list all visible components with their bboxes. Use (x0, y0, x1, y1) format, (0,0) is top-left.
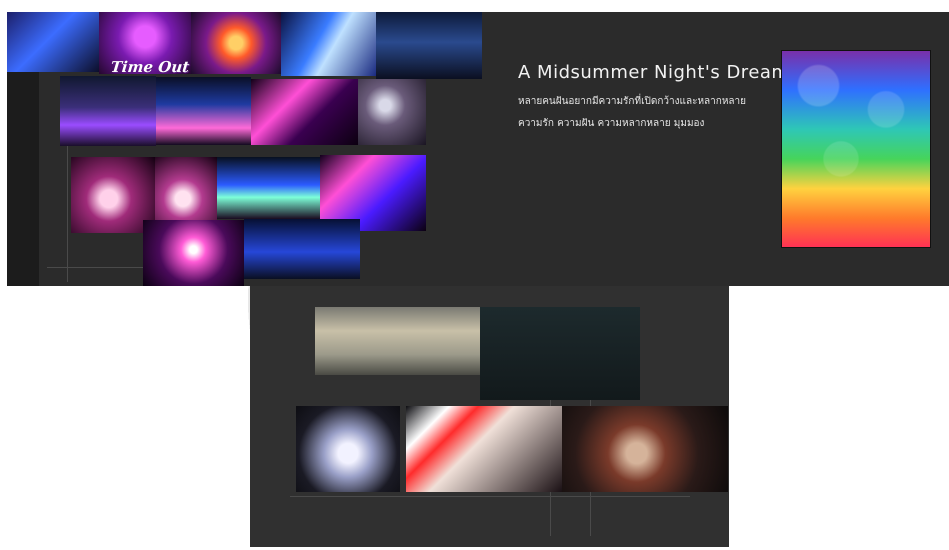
poster-subtitle-line2: ความรัก ความฝัน ความหลากหลาย มุมมอง (518, 118, 705, 129)
crystal-installation-photo (281, 12, 376, 76)
kaleidoscope-photo (191, 12, 281, 74)
grid-line (67, 132, 68, 282)
lounge-interior-photo (156, 77, 251, 145)
grid-line (290, 496, 690, 497)
show-performers-photo (406, 406, 562, 492)
glow-floor-photo (217, 157, 320, 219)
neon-corridor-photo (251, 79, 358, 145)
timeout-logo: Time Out (109, 58, 191, 76)
rainbow-illustration (781, 50, 931, 248)
dark-room-photo (480, 307, 640, 400)
blue-stage-photo (244, 219, 360, 279)
ring-stage-photo (143, 220, 244, 286)
screens-room-photo (376, 12, 482, 79)
stage-photo-1 (7, 12, 99, 72)
poster-subtitle-line1: หลายคนฝันอยากมีความรักที่เปิดกว้างและหลา… (518, 96, 747, 107)
bar-interior-photo (60, 76, 156, 146)
white-gown-dancer-photo (296, 406, 400, 492)
arched-hall-photo (315, 307, 480, 375)
silk-texture-photo (358, 79, 426, 145)
poster-title: A Midsummer Night's Dream (518, 62, 790, 83)
warm-stage-photo (562, 406, 728, 492)
